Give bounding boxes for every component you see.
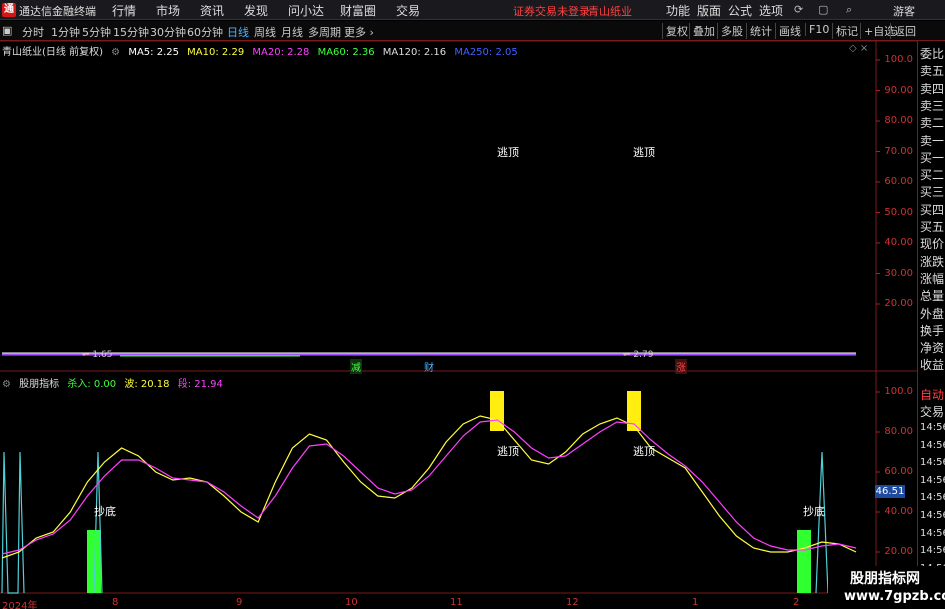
main-y-label: 80.00 [884, 115, 913, 126]
side-item[interactable]: 卖一 [920, 132, 945, 149]
watermark: 股朋指标网 www.7gpzb.com [828, 566, 945, 609]
price-low-value: 1.65 [92, 350, 113, 360]
side-item[interactable]: 委比 [920, 45, 945, 62]
ma60-value: MA60: 2.36 [317, 47, 375, 58]
sub-label-top2: 逃顶 [633, 445, 655, 458]
diamond-icon: ◇ [849, 43, 857, 54]
side-item[interactable]: 涨跌 [920, 253, 945, 270]
series-line-duan [1, 419, 857, 555]
spike-right [815, 451, 829, 594]
sub-y-label: 60.00 [884, 466, 913, 477]
marker-cai: 财 [424, 363, 434, 374]
x-label-2024: 2024年 [2, 601, 38, 609]
top-bar [627, 391, 641, 431]
side-tick-time: 14:56 [920, 510, 945, 521]
side-item[interactable]: 现价 [920, 235, 945, 252]
x-label-2: 2 [793, 597, 800, 608]
close-icon: × [859, 43, 869, 54]
side-item[interactable]: 总量 [920, 287, 945, 304]
side-tick-time: 14:56 [920, 422, 945, 433]
main-y-label: 100.0 [884, 54, 913, 65]
watermark-title: 股朋指标网 [850, 571, 920, 587]
indicator-duan: 段: 21.94 [177, 379, 223, 390]
price-low-label: ← 1.65 [82, 350, 112, 360]
side-item[interactable]: 卖五 [920, 62, 945, 79]
sub-y-label: 20.00 [884, 546, 913, 557]
side-item[interactable]: 涨幅 [920, 270, 945, 287]
sub-label-top1: 逃顶 [497, 445, 519, 458]
side-item[interactable]: 买四 [920, 201, 945, 218]
indicator-shaoru: 杀入: 0.00 [67, 379, 117, 390]
side-item[interactable]: 换手 [920, 322, 945, 339]
side-tick-time: 14:56 [920, 457, 945, 469]
x-label-11: 11 [450, 597, 463, 608]
side-trade-item[interactable]: 交易 [920, 403, 945, 420]
side-tick-time: 14:56 [920, 474, 945, 486]
side-quote-panel: 委比 卖五 卖四 卖三 卖二 卖一 买一 买二 买三 买四 买五 现价 涨跌 涨幅 总量 外盘 换手 净资 收益自动… [917, 41, 945, 609]
main-y-label: 90.00 [884, 84, 913, 96]
main-y-label: 70.00 [884, 145, 913, 157]
indicator-header: ⚙ 股朋指标 杀入: 0.00 波: 20.18 段: 21.94 [2, 375, 228, 390]
ma5-value: MA5: 2.25 [128, 47, 179, 58]
side-item[interactable]: 买三 [920, 183, 945, 200]
sub-label-bottom2: 抄底 [803, 505, 825, 518]
price-high-label: ← 2.79 [623, 350, 653, 360]
side-item[interactable]: 卖二 [920, 114, 945, 131]
main-annotation-top2: 逃顶 [633, 146, 655, 159]
indicator-toggle-icon[interactable]: ⚙ [2, 379, 11, 390]
ma120-value: MA120: 2.16 [382, 47, 447, 58]
side-item[interactable]: 净资 [920, 339, 945, 356]
spike-left [1, 451, 25, 594]
watermark-url: www.7gpzb.com [844, 589, 945, 604]
main-y-label: 60.00 [884, 176, 913, 187]
series-line-bo [1, 415, 857, 559]
ma250-value: MA250: 2.05 [454, 47, 518, 58]
main-y-label: 40.00 [884, 237, 913, 248]
price-high-value: 2.79 [633, 350, 654, 360]
side-item[interactable]: 卖四 [920, 80, 945, 97]
side-item[interactable]: 收益 [920, 356, 945, 373]
current-value-tag: 46.51 [875, 485, 905, 498]
side-item[interactable]: 卖三 [920, 97, 945, 114]
side-tick-time: 14:56 [920, 527, 945, 539]
ma-lines-flat [2, 352, 856, 357]
main-y-label: 20.00 [884, 298, 913, 309]
arrow-left-icon: ← [82, 350, 90, 360]
stock-title[interactable]: 青山纸业(日线 前复权) [2, 47, 103, 58]
side-item[interactable]: 买一 [920, 149, 945, 166]
main-y-label: 30.00 [884, 267, 913, 279]
sub-y-label: 40.00 [884, 506, 913, 517]
side-item[interactable]: 买二 [920, 166, 945, 183]
side-trade-item[interactable]: 自动 [920, 386, 945, 403]
x-label-12: 12 [566, 597, 579, 608]
x-label-9: 9 [236, 597, 243, 608]
main-annotation-top1: 逃顶 [497, 146, 519, 159]
ma10-value: MA10: 2.29 [187, 47, 245, 58]
sub-y-label: 100.0 [884, 386, 913, 397]
side-tick-time: 14:56 [920, 545, 945, 557]
x-label-10: 10 [345, 597, 358, 608]
side-item[interactable]: 买五 [920, 218, 945, 235]
side-item[interactable]: 外盘 [920, 305, 945, 322]
ma-legend: 青山纸业(日线 前复权) ⚙ MA5: 2.25 MA10: 2.29 MA20… [2, 43, 523, 58]
x-label-1: 1 [692, 597, 699, 608]
marker-zhang: 涨 [675, 359, 687, 374]
indicator-bo: 波: 20.18 [124, 379, 170, 390]
sub-label-bottom1: 抄底 [94, 505, 116, 518]
sub-lines [1, 415, 857, 559]
ma20-value: MA20: 2.28 [252, 47, 310, 58]
x-label-8: 8 [112, 597, 119, 608]
settings-gear-icon[interactable]: ⚙ [111, 47, 120, 58]
spike-lines [1, 451, 829, 594]
side-tick-time: 14:56 [920, 492, 945, 504]
side-tick-time: 14:56 [920, 439, 945, 451]
main-y-label: 50.00 [884, 206, 913, 218]
buy-bar [797, 530, 811, 593]
sub-y-label: 80.00 [884, 426, 913, 437]
indicator-name[interactable]: 股朋指标 [19, 379, 59, 390]
panel-controls[interactable]: ◇ × [849, 43, 868, 54]
marker-jian: 减 [350, 359, 362, 374]
arrow-left-icon-2: ← [623, 350, 631, 360]
